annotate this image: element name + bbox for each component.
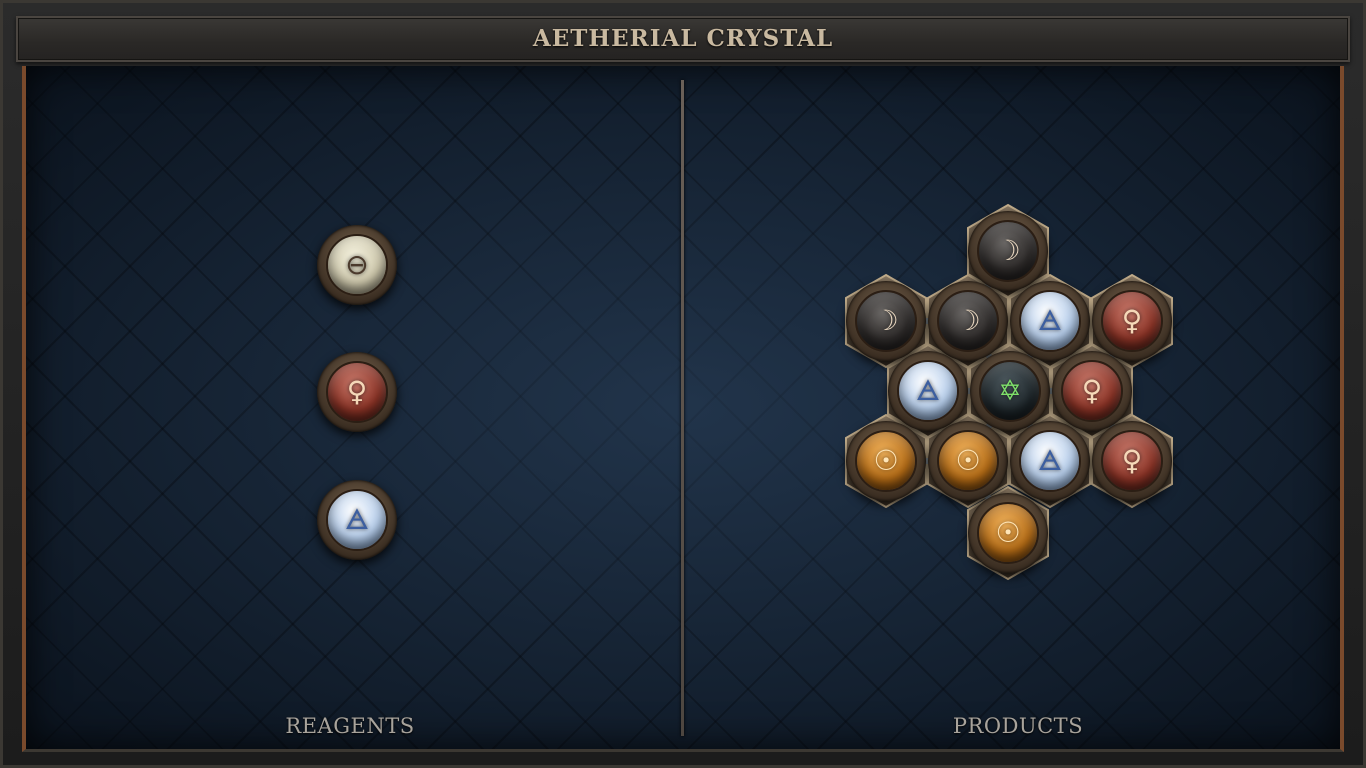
atom-left-gold: ☉ xyxy=(846,421,926,501)
copper-icon: ♀ xyxy=(1081,374,1103,407)
lead-orb: ☽ xyxy=(937,290,999,352)
gold-orb: ☉ xyxy=(977,502,1039,564)
products-label: PRODUCTS xyxy=(952,714,1084,738)
air-icon: 🜁 xyxy=(1037,304,1063,337)
gold-sun-icon: ☉ xyxy=(955,444,981,477)
atom-right-copper-mid: ♀ xyxy=(1052,351,1132,431)
copper-orb: ♀ xyxy=(1101,290,1163,352)
air-icon: 🜁 xyxy=(915,374,941,407)
lead-moon-icon: ☽ xyxy=(955,304,981,337)
air-icon: 🜁 xyxy=(1037,444,1063,477)
copper-orb: ♀ xyxy=(1101,430,1163,492)
atom-top-lead: ☽ xyxy=(968,211,1048,291)
quintessence-orb: ✡ xyxy=(979,360,1041,422)
gold-sun-icon: ☉ xyxy=(995,516,1021,549)
atom-upper-air: 🜁 xyxy=(1010,281,1090,361)
atom-right-copper-bottom: ♀ xyxy=(1092,421,1172,501)
atom-left-air: 🜁 xyxy=(888,351,968,431)
copper-icon: ♀ xyxy=(1121,444,1143,477)
air-orb: 🜁 xyxy=(897,360,959,422)
lead-moon-icon: ☽ xyxy=(873,304,899,337)
atom-lower-air: 🜁 xyxy=(1010,421,1090,501)
gold-orb: ☉ xyxy=(937,430,999,492)
molecule-hex-base xyxy=(845,203,1173,581)
quintessence-icon: ✡ xyxy=(998,374,1022,407)
air-orb: 🜁 xyxy=(1019,290,1081,352)
atom-inner-gold: ☉ xyxy=(928,421,1008,501)
lead-moon-icon: ☽ xyxy=(995,234,1021,267)
gold-orb: ☉ xyxy=(855,430,917,492)
atom-left-lead: ☽ xyxy=(846,281,926,361)
lead-orb: ☽ xyxy=(855,290,917,352)
atom-center-quintessence: ✡ xyxy=(970,351,1050,431)
air-orb: 🜁 xyxy=(1019,430,1081,492)
copper-orb: ♀ xyxy=(1061,360,1123,422)
atom-inner-lead: ☽ xyxy=(928,281,1008,361)
copper-icon: ♀ xyxy=(1121,304,1143,337)
lead-orb: ☽ xyxy=(977,220,1039,282)
atom-bottom-gold: ☉ xyxy=(968,493,1048,573)
gold-sun-icon: ☉ xyxy=(873,444,899,477)
atom-right-copper-top: ♀ xyxy=(1092,281,1172,361)
